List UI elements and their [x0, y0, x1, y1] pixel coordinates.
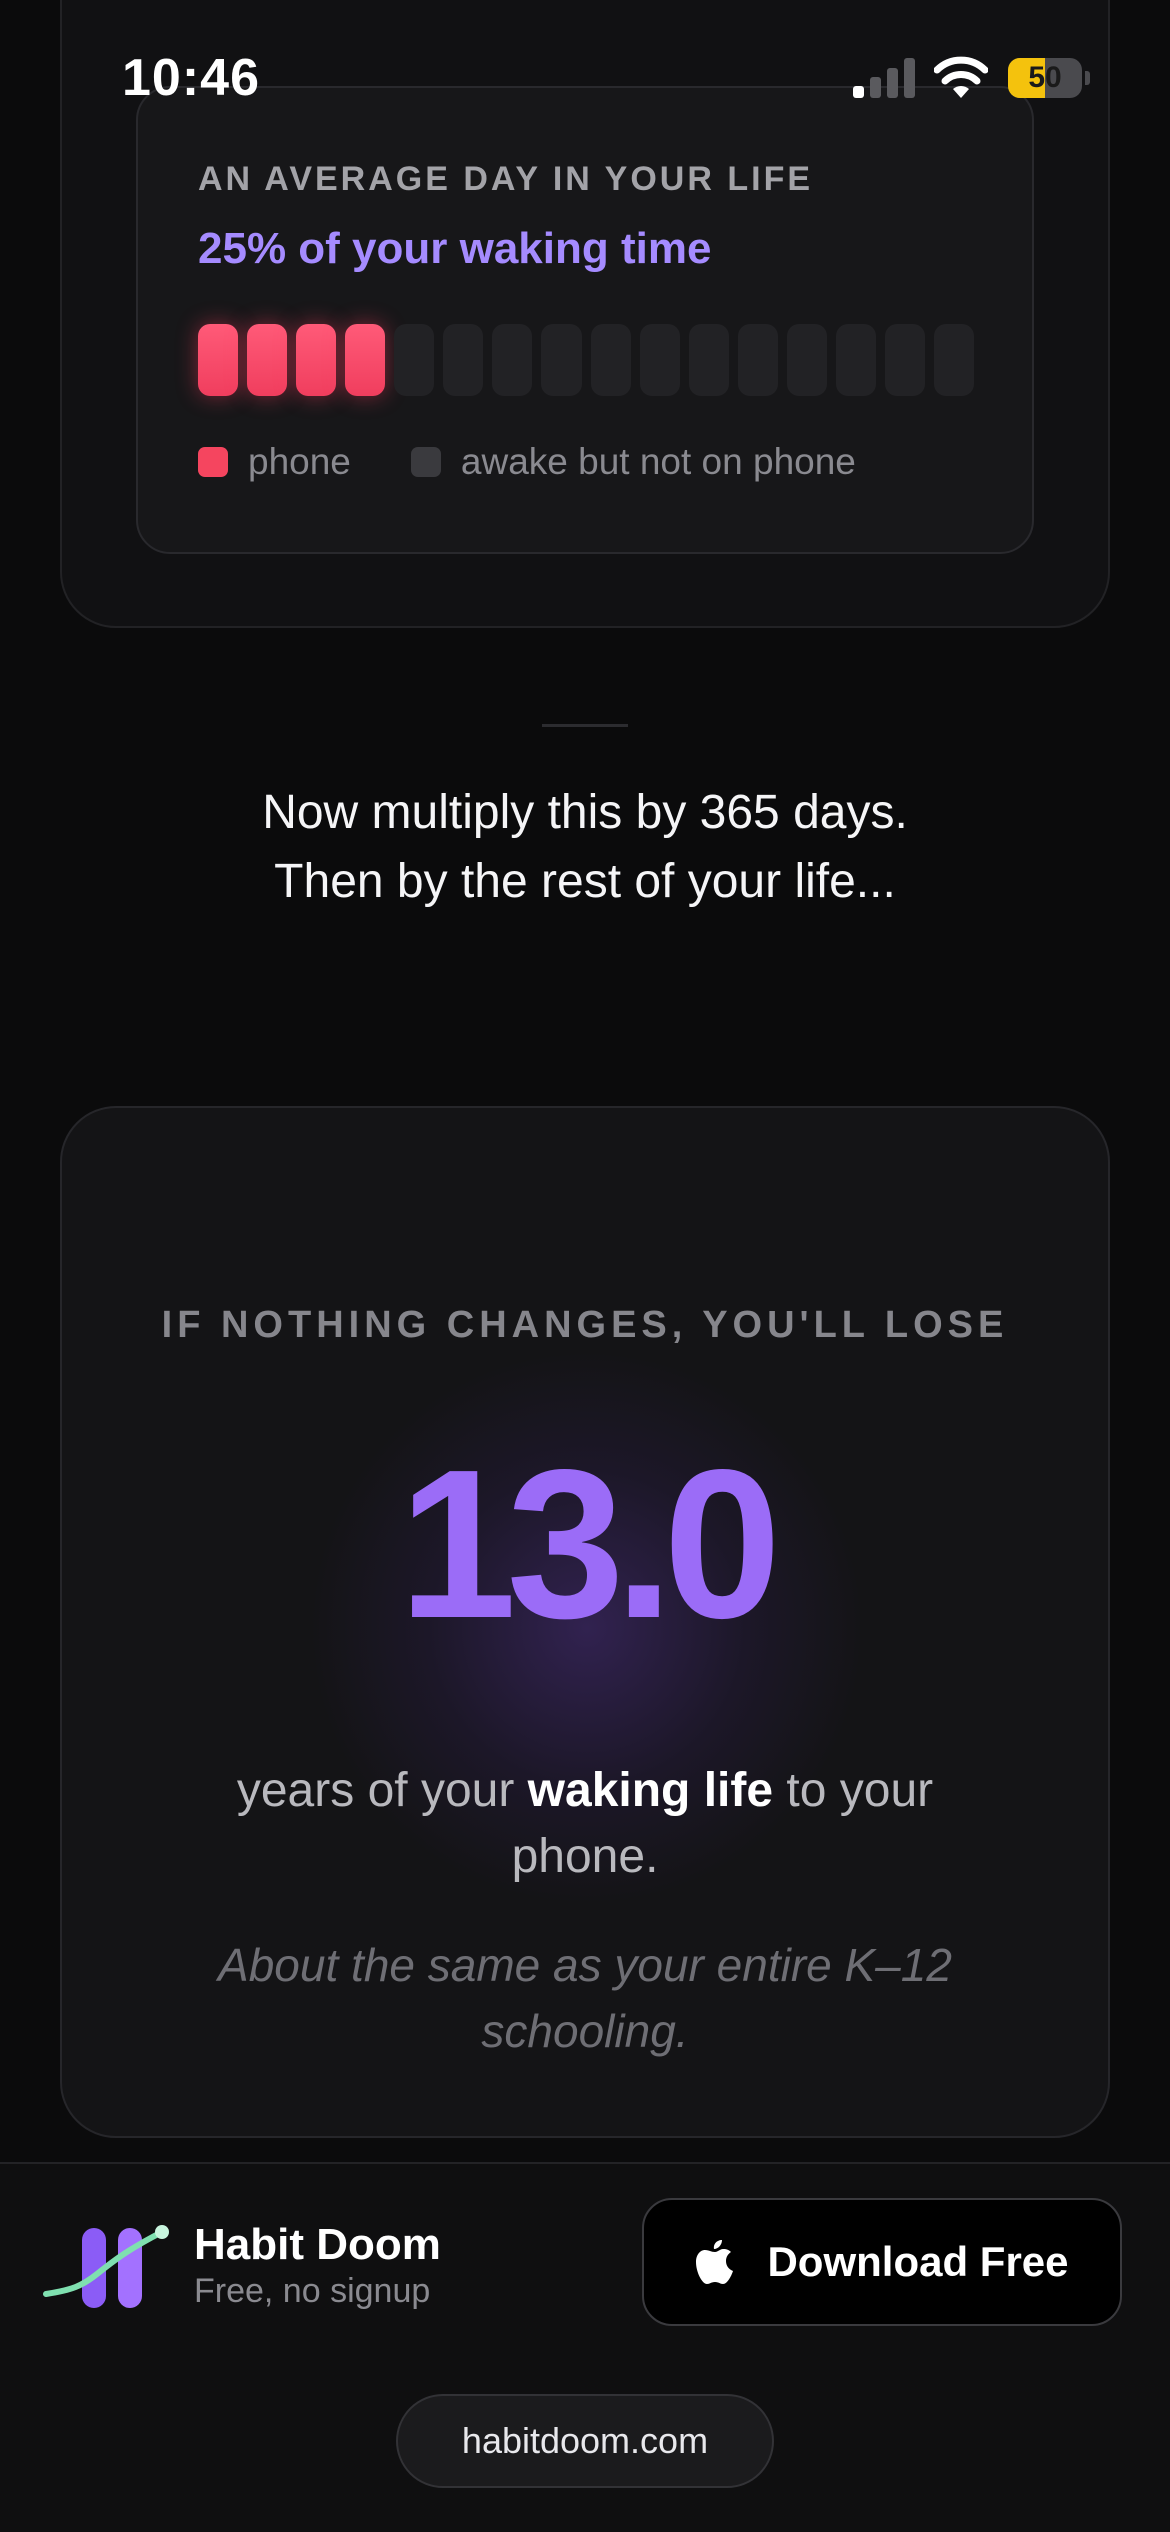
app-promo-bar: Habit Doom Free, no signup Download Free… [0, 2162, 1170, 2532]
waking-time-bar [198, 324, 974, 396]
years-lost-number: 13.0 [398, 1425, 782, 1662]
apple-icon [696, 2240, 734, 2284]
legend-item: phone [198, 441, 351, 483]
awake-time-segment [737, 324, 778, 396]
awake-time-segment [933, 324, 974, 396]
multiply-line-1: Now multiply this by 365 days. [262, 786, 908, 839]
wifi-icon [934, 56, 988, 98]
status-bar: 10:46 50 [0, 0, 1170, 150]
awake-time-segment [394, 324, 435, 396]
divider [542, 724, 628, 727]
average-day-panel: AN AVERAGE DAY IN YOUR LIFE 25% of your … [136, 86, 1034, 554]
legend-label: awake but not on phone [460, 441, 856, 482]
download-free-button[interactable]: Download Free [642, 2198, 1122, 2326]
legend-swatch [410, 447, 441, 477]
awake-time-segment [590, 324, 631, 396]
legend-label: phone [248, 441, 351, 482]
download-button-label: Download Free [767, 2238, 1069, 2285]
awake-time-segment [443, 324, 484, 396]
phone-time-segment [296, 324, 337, 396]
waking-time-percent: 25% of your waking time [198, 224, 712, 273]
legend-swatch [198, 447, 228, 477]
awake-time-segment [688, 324, 729, 396]
life-loss-card: IF NOTHING CHANGES, YOU'LL LOSE 13.0 yea… [60, 1106, 1110, 2138]
battery-level: 50 [1028, 61, 1062, 94]
cellular-signal-icon [853, 58, 915, 98]
years-description: years of your waking life to your phone. [182, 1758, 988, 1890]
status-time: 10:46 [122, 49, 260, 107]
average-day-label: AN AVERAGE DAY IN YOUR LIFE [198, 160, 814, 198]
app-name: Habit Doom [194, 2220, 441, 2269]
website-link[interactable]: habitdoom.com [396, 2394, 774, 2488]
bar-legend: phone awake but not on phone [198, 441, 916, 483]
website-link-label: habitdoom.com [461, 2420, 709, 2461]
awake-time-segment [835, 324, 876, 396]
awake-time-segment [541, 324, 582, 396]
awake-time-segment [884, 324, 925, 396]
awake-time-segment [639, 324, 680, 396]
battery-icon: 50 [1008, 58, 1090, 98]
legend-item: awake but not on phone [410, 441, 856, 483]
awake-time-segment [492, 324, 533, 396]
app-subtitle: Free, no signup [194, 2272, 431, 2310]
multiply-line-2: Then by the rest of your life... [274, 855, 896, 908]
phone-time-segment [198, 324, 239, 396]
years-prefix: years of your [236, 1764, 528, 1817]
comparison-text: About the same as your entire K–12 schoo… [218, 1939, 952, 2057]
phone-time-segment [247, 324, 288, 396]
awake-time-segment [786, 324, 827, 396]
phone-time-segment [345, 324, 386, 396]
multiply-message: Now multiply this by 365 days. Then by t… [0, 778, 1170, 916]
habit-doom-logo [43, 2225, 169, 2308]
waking-life-emphasis: waking life [527, 1764, 774, 1817]
lose-label: IF NOTHING CHANGES, YOU'LL LOSE [161, 1304, 1009, 1346]
